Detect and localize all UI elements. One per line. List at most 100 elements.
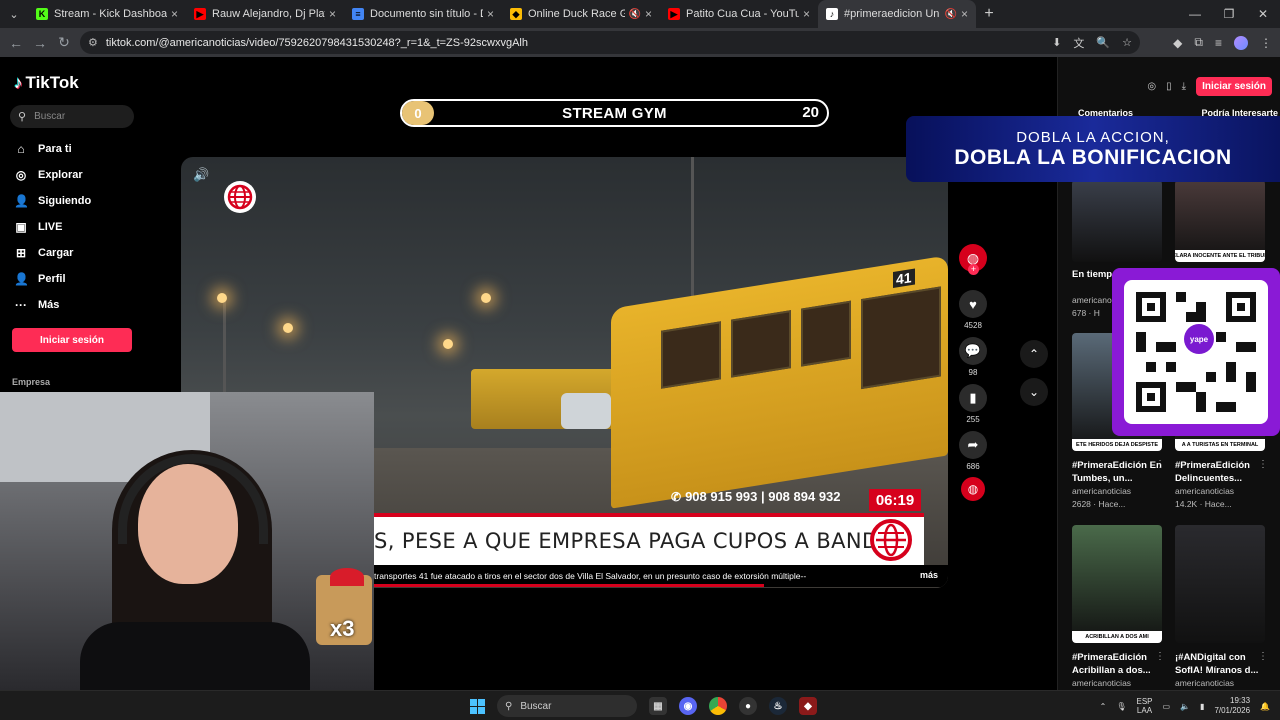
more-options-icon[interactable]: ⋮: [1258, 459, 1268, 470]
tab-close-icon[interactable]: ×: [329, 7, 336, 21]
obs-icon[interactable]: ●: [739, 697, 757, 715]
follow-plus-icon[interactable]: +: [968, 264, 979, 275]
reading-list-icon[interactable]: ≡: [1215, 36, 1222, 50]
steam-icon[interactable]: ♨: [769, 697, 787, 715]
video-author[interactable]: americano: [1072, 295, 1112, 305]
header-login-button[interactable]: Iniciar sesión: [1196, 77, 1272, 96]
translate-icon[interactable]: 文: [1073, 35, 1084, 51]
creator-avatar[interactable]: ◍ +: [959, 244, 987, 275]
video-thumbnail[interactable]: ACRIBILLAN A DOS AMI: [1072, 525, 1162, 643]
empresa-link[interactable]: Empresa: [12, 377, 50, 387]
volume-icon[interactable]: 🔊: [193, 167, 209, 183]
video-title[interactable]: #PrimeraEdición Acribillan a dos...: [1072, 651, 1162, 677]
tiktok-logo[interactable]: ♪ TikTok: [14, 73, 79, 93]
comment-button[interactable]: 💬 98: [959, 337, 987, 377]
score-right: 20: [802, 104, 819, 121]
tray-overflow-icon[interactable]: ⌃: [1100, 702, 1107, 711]
sidebar-item-label: Explorar: [38, 169, 83, 181]
install-icon[interactable]: ⬇: [1052, 36, 1061, 49]
network-icon[interactable]: ▭: [1163, 702, 1171, 711]
video-author[interactable]: americanoticias: [1072, 678, 1131, 688]
profile-avatar[interactable]: [1234, 35, 1248, 50]
windows-start-icon[interactable]: [470, 698, 485, 714]
minimize-icon[interactable]: —: [1178, 0, 1212, 28]
extension-icon[interactable]: ◆: [1173, 36, 1182, 50]
video-title[interactable]: #PrimeraEdición En Tumbes, un...: [1072, 459, 1162, 485]
sidebar-item-following[interactable]: 👤 Siguiendo: [14, 194, 91, 208]
forward-icon[interactable]: →: [28, 35, 52, 51]
tab-search-icon[interactable]: ⌄: [0, 0, 28, 28]
share-button[interactable]: ➦ 686: [959, 431, 987, 471]
notification-icon[interactable]: 🔔: [1260, 702, 1270, 711]
browser-tab[interactable]: ≡ Documento sin título - Docume ×: [344, 0, 502, 28]
game-app-icon[interactable]: ◆: [799, 697, 817, 715]
taskbar-search[interactable]: ⚲ Buscar: [497, 695, 637, 717]
sidebar-item-upload[interactable]: ⊞ Cargar: [14, 246, 74, 260]
extensions-puzzle-icon[interactable]: ⧉: [1194, 35, 1203, 50]
more-options-icon[interactable]: ⋮: [1155, 459, 1165, 470]
tab-close-icon[interactable]: ×: [803, 7, 810, 21]
next-video-icon[interactable]: ⌄: [1020, 378, 1048, 406]
browser-tab[interactable]: ▶ Patito Cua Cua - YouTube ×: [660, 0, 818, 28]
video-thumbnail[interactable]: [1175, 525, 1265, 643]
download-icon[interactable]: ⤓: [1182, 81, 1186, 92]
sound-button[interactable]: ◍: [959, 477, 987, 501]
sidebar-item-label: Más: [38, 299, 60, 311]
video-thumbnail[interactable]: DECLARA INOCENTE ANTE EL TRIBUNAL: [1175, 180, 1265, 262]
bookmark-star-icon[interactable]: ☆: [1122, 36, 1132, 49]
progress-bar[interactable]: [374, 584, 764, 587]
previous-video-icon[interactable]: ⌃: [1020, 340, 1048, 368]
sidebar-item-live[interactable]: ▣ LIVE: [14, 220, 62, 234]
video-thumbnail[interactable]: [1072, 180, 1162, 262]
chrome-icon[interactable]: [709, 697, 727, 715]
device-icon[interactable]: ▯: [1166, 81, 1172, 92]
new-tab-button[interactable]: +: [976, 5, 1002, 23]
tab-close-icon[interactable]: ×: [487, 7, 494, 21]
video-author[interactable]: americanoticias: [1175, 678, 1234, 688]
video-author[interactable]: americanoticias: [1175, 486, 1234, 496]
back-icon[interactable]: ←: [4, 35, 28, 51]
sidebar-item-more[interactable]: ··· Más: [14, 298, 59, 312]
sidebar-login-button[interactable]: Iniciar sesión: [12, 328, 132, 352]
browser-tab[interactable]: K Stream - Kick Dashboard ×: [28, 0, 186, 28]
clock[interactable]: 19:33 7/01/2026: [1214, 696, 1250, 716]
street-lamp: [283, 323, 293, 333]
tab-mute-icon[interactable]: 🔇: [945, 9, 957, 20]
more-link[interactable]: más: [920, 570, 938, 580]
tab-close-icon[interactable]: ×: [171, 7, 178, 21]
save-button[interactable]: ▮ 255: [959, 384, 987, 424]
discord-icon[interactable]: ◉: [679, 697, 697, 715]
browser-tab[interactable]: ▶ Rauw Alejandro, Dj Playero - DE ×: [186, 0, 344, 28]
tab-mute-icon[interactable]: 🔇: [629, 9, 641, 20]
language-indicator[interactable]: ESP LAA: [1136, 697, 1152, 715]
like-button[interactable]: ♥ 4528: [959, 290, 987, 330]
task-view-icon[interactable]: ▦: [649, 697, 667, 715]
browser-menu-icon[interactable]: ⋮: [1260, 36, 1272, 50]
zoom-icon[interactable]: 🔍: [1096, 36, 1110, 49]
car: [561, 393, 611, 429]
browser-tab[interactable]: ♪ #primeraedicion Un vehícul 🔇 ×: [818, 0, 976, 28]
reload-icon[interactable]: ↻: [52, 34, 76, 51]
battery-icon[interactable]: ▮: [1200, 702, 1204, 711]
tab-close-icon[interactable]: ×: [961, 7, 968, 21]
speaker-icon[interactable]: 🔈: [1180, 702, 1190, 711]
sidebar-item-compass[interactable]: ◎ Explorar: [14, 168, 83, 182]
mic-icon[interactable]: 🎙: [1116, 702, 1126, 711]
restore-icon[interactable]: ❐: [1212, 0, 1246, 28]
address-bar[interactable]: ⚙ tiktok.com/@americanoticias/video/7592…: [80, 31, 1140, 54]
coin-icon[interactable]: ◎: [1147, 81, 1156, 92]
tab-close-icon[interactable]: ×: [645, 7, 652, 21]
video-title[interactable]: #PrimeraEdición Delincuentes...: [1175, 459, 1265, 485]
site-info-icon[interactable]: ⚙: [88, 36, 98, 49]
browser-tab[interactable]: ◆ Online Duck Race Game 🔇 ×: [502, 0, 660, 28]
video-title[interactable]: ¡#ANDigital con SofIA! Míranos d...: [1175, 651, 1265, 677]
video-author[interactable]: americanoticias: [1072, 486, 1131, 496]
sound-disc-icon: ◍: [961, 477, 985, 501]
yape-qr-code: yape: [1112, 268, 1280, 436]
close-window-icon[interactable]: ✕: [1246, 0, 1280, 28]
sidebar-item-profile[interactable]: 👤 Perfil: [14, 272, 66, 286]
search-input[interactable]: ⚲ Buscar: [10, 105, 134, 128]
sidebar-item-home[interactable]: ⌂ Para ti: [14, 142, 71, 156]
more-options-icon[interactable]: ⋮: [1155, 651, 1165, 662]
more-options-icon[interactable]: ⋮: [1258, 651, 1268, 662]
